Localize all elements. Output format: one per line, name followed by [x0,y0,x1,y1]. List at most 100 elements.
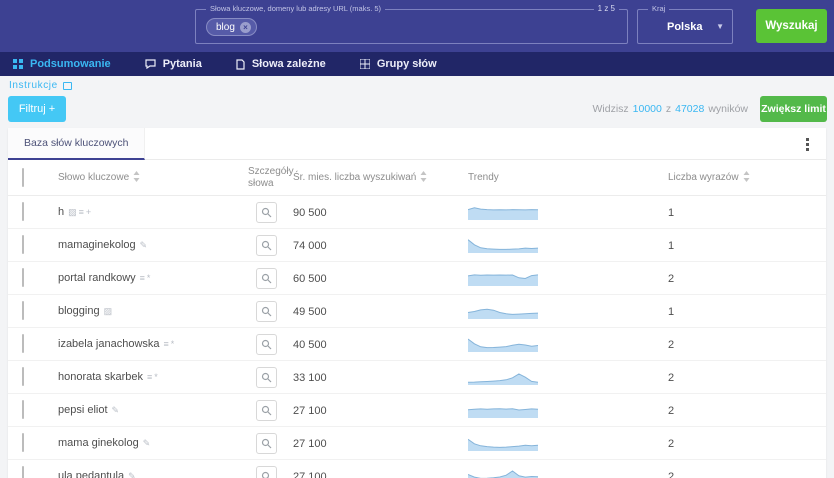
tab-baza-slow-kluczowych[interactable]: Baza słów kluczowych [8,128,145,160]
magnifier-icon [261,471,272,478]
country-select-label: Kraj [648,4,669,13]
instructions-label: Instrukcje [9,80,58,91]
search-box-label: Słowa kluczowe, domeny lub adresy URL (m… [206,4,385,13]
tab-pytania[interactable]: Pytania [145,58,202,70]
snippet-icon: ≡ [140,273,147,283]
pencil-icon: ✎ [128,471,138,478]
row-checkbox[interactable] [22,367,24,386]
serp-feature-icons: ≡* [147,372,160,382]
pencil-icon: ✎ [143,438,153,448]
row-checkbox[interactable] [22,268,24,287]
column-header-details: Szczegóły słowa [248,166,288,189]
row-checkbox[interactable] [22,301,24,320]
search-volume: 90 500 [288,207,327,219]
row-checkbox[interactable] [22,202,24,221]
tab-slowa-zalezne[interactable]: Słowa zależne [236,58,326,70]
row-checkbox[interactable] [22,235,24,254]
keyword-details-button[interactable] [256,400,277,421]
table-options-menu-icon[interactable] [800,135,814,153]
main-nav: Podsumowanie Pytania Słowa zależne Grupy… [0,52,834,76]
table-row: pepsi eliot✎27 1002 [8,394,826,427]
word-count: 2 [660,471,674,478]
row-checkbox[interactable] [22,334,24,353]
keyword-text: honorata skarbek [58,371,143,383]
keyword-details-button[interactable] [256,301,277,322]
word-count: 1 [660,240,674,252]
row-checkbox[interactable] [22,433,24,452]
tab-podsumowanie[interactable]: Podsumowanie [13,58,111,70]
tab-label: Podsumowanie [30,58,111,70]
tab-label: Grupy słów [377,58,437,70]
image-icon: ▨ [68,207,79,217]
groups-grid-icon [360,59,370,69]
keyword-text: mama ginekolog [58,437,139,449]
magnifier-icon [261,240,272,251]
trend-sparkline [468,304,538,319]
keyword-text: ula pedantula [58,470,124,478]
plus-icon: + [86,207,93,217]
serp-feature-icons: ≡* [140,273,153,283]
magnifier-icon [261,372,272,383]
keyword-text: mamaginekolog [58,239,136,251]
keyword-search-box[interactable]: Słowa kluczowe, domeny lub adresy URL (m… [195,9,628,44]
sort-icon[interactable] [420,171,427,185]
search-volume: 60 500 [288,273,327,285]
tab-grupy-slow[interactable]: Grupy słów [360,58,437,70]
select-all-checkbox[interactable] [22,168,24,187]
magnifier-icon [261,207,272,218]
keyword-details-button[interactable] [256,235,277,256]
poland-flag-icon [646,22,661,32]
pencil-icon: ✎ [112,405,122,415]
search-volume: 27 100 [288,405,327,417]
star-icon: * [154,372,160,382]
search-button[interactable]: Wyszukaj [756,9,827,43]
trend-sparkline [468,337,538,352]
word-count: 1 [660,306,674,318]
keyword-details-button[interactable] [256,433,277,454]
snippet-icon: ≡ [79,207,86,217]
keyword-details-button[interactable] [256,268,277,289]
keyword-chip: blog × [206,18,257,36]
trend-sparkline [468,238,538,253]
serp-feature-icons: ≡* [164,339,177,349]
keyword-details-button[interactable] [256,466,277,478]
row-checkbox[interactable] [22,400,24,419]
search-volume: 74 000 [288,240,327,252]
column-header-word-count[interactable]: Liczba wyrazów [668,172,739,183]
table-row: izabela janachowska≡*40 5002 [8,328,826,361]
serp-feature-icons: ▨ [104,306,115,317]
table-header-row: Słowo kluczowe Szczegóły słowa Śr. mies.… [8,160,826,196]
serp-feature-icons: ✎ [143,438,153,449]
table-row: portal randkowy≡*60 5002 [8,262,826,295]
table-row: mama ginekolog✎27 1002 [8,427,826,460]
row-checkbox[interactable] [22,466,24,478]
star-icon: * [147,273,153,283]
instructions-link[interactable]: Instrukcje [9,80,72,91]
column-header-keyword[interactable]: Słowo kluczowe [58,172,129,183]
table-row: mamaginekolog ✎ 74 000 1 [8,229,826,262]
increase-limit-button[interactable]: Zwiększ limit [760,96,827,122]
keyword-details-button[interactable] [256,367,277,388]
magnifier-icon [261,306,272,317]
column-header-trends: Trendy [468,172,499,183]
keyword-details-button[interactable] [256,202,277,223]
star-icon: * [171,339,177,349]
keyword-text: blogging [58,305,100,317]
sort-icon[interactable] [133,171,140,185]
serp-feature-icons: ✎ [140,240,150,251]
keyword-details-button[interactable] [256,334,277,355]
word-count: 2 [660,405,674,417]
word-count: 2 [660,438,674,450]
filter-button[interactable]: Filtruj + [8,96,66,122]
column-header-volume[interactable]: Śr. mies. liczba wyszukiwań [293,172,416,183]
sort-icon[interactable] [743,171,750,185]
trend-sparkline [468,370,538,385]
chat-bubble-icon [145,59,156,69]
chip-remove-icon[interactable]: × [240,22,251,33]
country-select[interactable]: Kraj Polska ▼ [637,9,733,44]
snippet-icon: ≡ [164,339,171,349]
app-header: Słowa kluczowe, domeny lub adresy URL (m… [0,0,834,52]
results-shown-count: 10000 [633,103,662,115]
trend-sparkline [468,469,538,478]
card-tab-strip: Baza słów kluczowych [8,128,826,160]
